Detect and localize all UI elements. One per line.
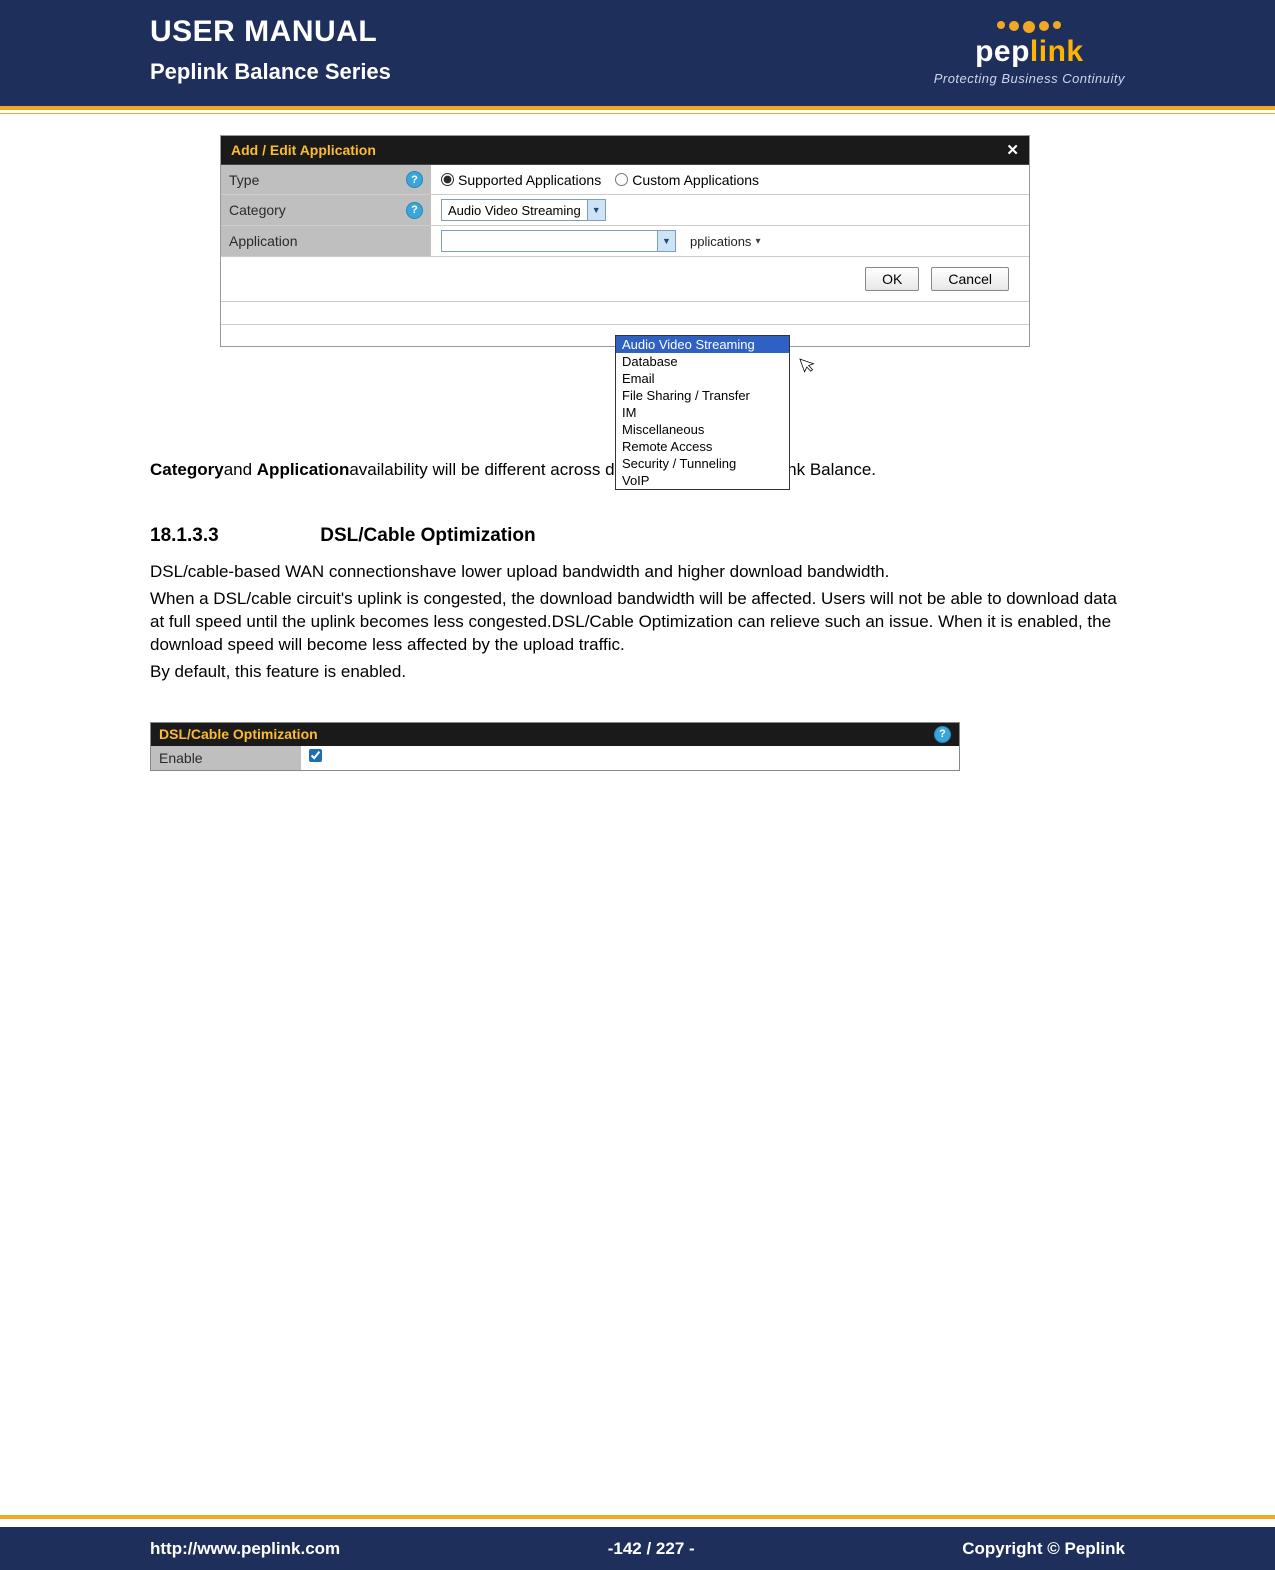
brand-suffix: link (1030, 35, 1084, 68)
radio-custom[interactable] (615, 173, 628, 186)
category-label: Category (229, 202, 286, 218)
chevron-down-icon[interactable]: ▼ (587, 200, 605, 220)
help-icon[interactable]: ? (934, 726, 951, 743)
page-header: USER MANUAL Peplink Balance Series pepli… (0, 0, 1275, 115)
page-footer: http://www.peplink.com -142 / 227 - Copy… (0, 1515, 1275, 1570)
type-custom-radio[interactable]: Custom Applications (615, 172, 759, 188)
dsl-panel-title: DSL/Cable Optimization (159, 726, 318, 742)
section-heading: 18.1.3.3 DSL/Cable Optimization (150, 525, 1125, 547)
section-paragraph: DSL/cable-based WAN connectionshave lowe… (150, 561, 1125, 584)
chevron-down-icon: ▾ (755, 236, 760, 247)
brand-logo: peplink Protecting Business Continuity (934, 0, 1125, 106)
dropdown-item[interactable]: Email (616, 370, 789, 387)
dropdown-item[interactable]: Security / Tunneling (616, 455, 789, 472)
dsl-optimization-panel: DSL/Cable Optimization ? Enable (150, 722, 960, 771)
chevron-down-icon[interactable]: ▼ (657, 231, 675, 251)
category-select[interactable]: Audio Video Streaming ▼ (441, 199, 606, 221)
radio-custom-label: Custom Applications (632, 172, 759, 188)
type-label: Type (229, 172, 259, 188)
footer-url: http://www.peplink.com (150, 1539, 340, 1559)
radio-supported[interactable] (441, 173, 454, 186)
section-paragraph: By default, this feature is enabled. (150, 661, 1125, 684)
logo-dots-icon (997, 21, 1061, 33)
dialog-title: Add / Edit Application (231, 142, 376, 158)
cursor-icon (797, 353, 822, 381)
brand-prefix: pep (975, 35, 1030, 68)
dropdown-item[interactable]: File Sharing / Transfer (616, 387, 789, 404)
section-number: 18.1.3.3 (150, 525, 315, 547)
application-label: Application (229, 233, 298, 249)
radio-supported-label: Supported Applications (458, 172, 601, 188)
dropdown-item[interactable]: IM (616, 404, 789, 421)
section-paragraph: When a DSL/cable circuit's uplink is con… (150, 588, 1125, 657)
category-select-value: Audio Video Streaming (442, 203, 587, 218)
doc-title: USER MANUAL (150, 15, 391, 49)
type-supported-radio[interactable]: Supported Applications (441, 172, 601, 188)
dropdown-item[interactable]: Audio Video Streaming (616, 336, 789, 353)
section-title: DSL/Cable Optimization (320, 525, 535, 546)
ok-button[interactable]: OK (865, 267, 919, 291)
application-select-value (442, 234, 657, 249)
note-bold-2: Application (257, 460, 350, 479)
add-edit-application-dialog: Add / Edit Application ✕ Type ? Supporte… (220, 135, 1030, 347)
enable-label: Enable (151, 746, 301, 770)
category-dropdown[interactable]: Audio Video Streaming Database Email Fil… (615, 335, 790, 490)
applications-hint: pplications ▾ (690, 234, 760, 249)
dropdown-item[interactable]: Database (616, 353, 789, 370)
close-icon[interactable]: ✕ (1006, 141, 1019, 159)
note-bold-1: Category (150, 460, 224, 479)
doc-subtitle: Peplink Balance Series (150, 59, 391, 85)
dropdown-item[interactable]: Remote Access (616, 438, 789, 455)
help-icon[interactable]: ? (406, 171, 423, 188)
footer-copyright: Copyright © Peplink (962, 1539, 1125, 1559)
dropdown-item[interactable]: VoIP (616, 472, 789, 489)
enable-checkbox[interactable] (309, 749, 322, 762)
cancel-button[interactable]: Cancel (931, 267, 1009, 291)
help-icon[interactable]: ? (406, 202, 423, 219)
footer-page: -142 / 227 - (608, 1539, 695, 1559)
application-select[interactable]: ▼ (441, 230, 676, 252)
brand-tagline: Protecting Business Continuity (934, 71, 1125, 86)
dropdown-item[interactable]: Miscellaneous (616, 421, 789, 438)
